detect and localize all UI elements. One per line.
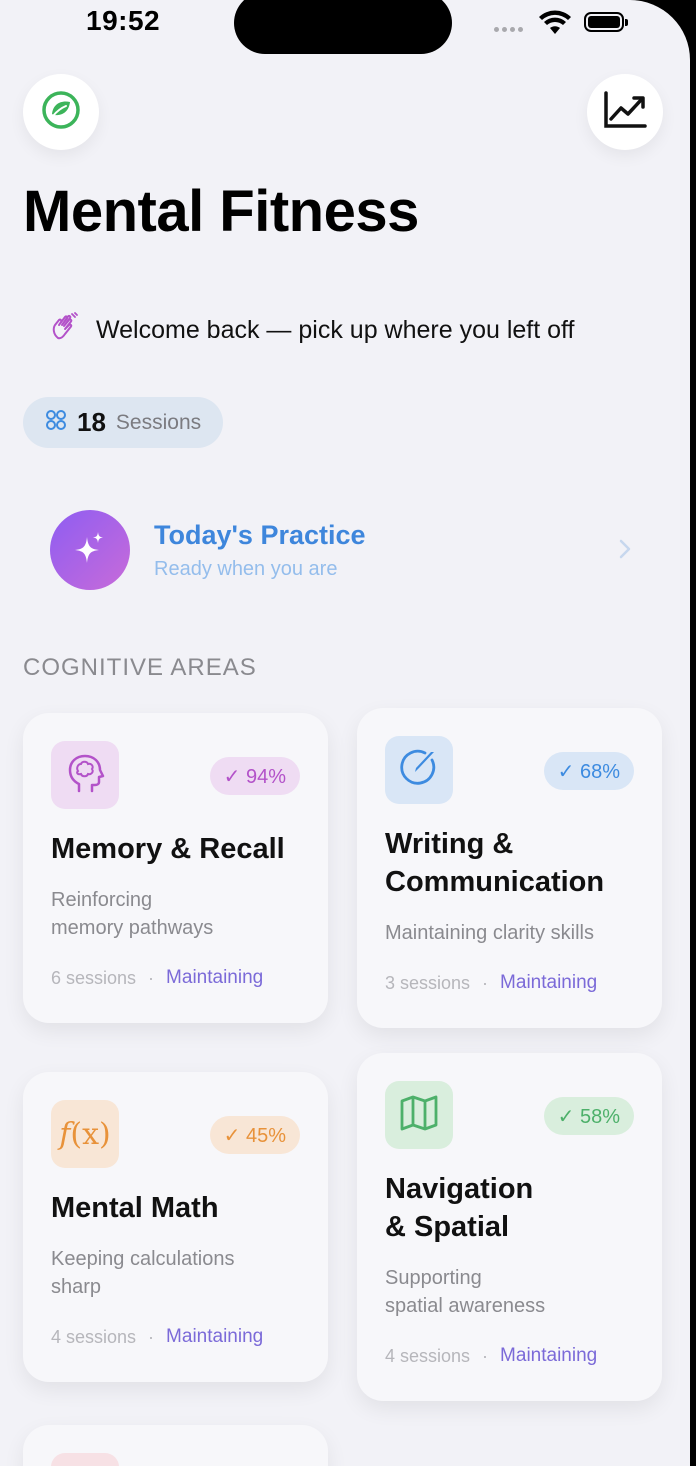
sessions-label: Sessions [115, 410, 202, 434]
separator-dot: · [148, 967, 155, 988]
card-meta: 4 sessions · Maintaining [51, 1326, 263, 1348]
card-status: Maintaining [166, 967, 264, 988]
status-time: 19:52 [86, 5, 161, 36]
card-sessions: 3 sessions [385, 972, 471, 993]
card-icon-tile [51, 1453, 119, 1466]
card-navigation-spatial[interactable]: ✓ 58% Navigation & Spatial Supporting sp… [357, 1053, 662, 1401]
card-icon-tile [385, 736, 453, 804]
card-title-line: & Spatial [385, 1211, 510, 1243]
card-title-line: Navigation [385, 1173, 534, 1205]
waving-hand-icon [50, 312, 80, 349]
welcome-message: Welcome back — pick up where you left of… [50, 312, 574, 349]
card-sessions: 6 sessions [51, 967, 137, 988]
chevron-right-icon [618, 538, 632, 565]
card-sessions: 4 sessions [385, 1345, 471, 1366]
wifi-icon [538, 10, 572, 41]
sessions-count: 18 [77, 407, 106, 437]
card-mental-math[interactable]: f(x) ✓ 45% Mental Math Keeping calculati… [23, 1072, 328, 1382]
todays-practice-row[interactable]: Today's Practice Ready when you are [50, 510, 640, 592]
card-description-line: spatial awareness [385, 1295, 546, 1317]
practice-orb [50, 510, 130, 590]
sessions-counter[interactable]: 18 Sessions [23, 397, 224, 448]
separator-dot: · [148, 1326, 155, 1347]
map-icon [398, 1092, 440, 1139]
card-description-line: memory pathways [51, 917, 214, 939]
card-description-line: Reinforcing [51, 889, 153, 911]
practice-subtitle: Ready when you are [154, 558, 338, 580]
dynamic-island [234, 0, 452, 54]
progress-badge: ✓ 45% [209, 1116, 300, 1154]
card-title: Mental Math [51, 1192, 219, 1224]
progress-badge: ✓ 58% [543, 1097, 634, 1135]
separator-dot: · [482, 1345, 489, 1366]
battery-icon [584, 12, 628, 32]
practice-title: Today's Practice [154, 520, 366, 550]
card-description-line: Keeping calculations [51, 1248, 235, 1270]
app-screen: 19:52 Mental Fitness Welcome back — pick… [0, 0, 690, 1466]
pen-circle-icon [397, 746, 441, 795]
card-writing-communication[interactable]: ✓ 68% Writing & Communication Maintainin… [357, 708, 662, 1028]
card-meta: 4 sessions · Maintaining [385, 1345, 597, 1367]
card-title-line: Writing & [385, 828, 514, 860]
card-title: Navigation & Spatial [385, 1170, 533, 1246]
card-description-line: sharp [51, 1276, 102, 1298]
card-title: Writing & Communication [385, 825, 604, 901]
welcome-text: Welcome back — pick up where you left of… [96, 316, 575, 344]
cellular-signal-icon [494, 27, 523, 32]
card-status: Maintaining [166, 1326, 264, 1347]
card-memory-recall[interactable]: ✓ 94% Memory & Recall Reinforcing memory… [23, 713, 328, 1023]
card-description: Reinforcing memory pathways [51, 886, 213, 942]
card-description: Keeping calculations sharp [51, 1245, 234, 1301]
card-status: Maintaining [500, 1345, 598, 1366]
leaf-icon [41, 90, 81, 135]
card-icon-tile: f(x) [51, 1100, 119, 1168]
separator-dot: · [482, 972, 489, 993]
progress-badge: ✓ 68% [543, 752, 634, 790]
chart-trend-icon [603, 90, 647, 134]
brain-head-icon [63, 751, 107, 800]
card-description: Maintaining clarity skills [385, 922, 594, 944]
function-icon: f(x) [59, 1116, 111, 1152]
card-icon-tile [385, 1081, 453, 1149]
grid-dots-icon [45, 409, 67, 436]
card-status: Maintaining [500, 972, 598, 993]
card-description-line: Supporting [385, 1267, 482, 1289]
card-sessions: 4 sessions [51, 1326, 137, 1347]
section-title: COGNITIVE AREAS [23, 654, 257, 681]
leaf-button[interactable] [23, 74, 99, 150]
card-meta: 3 sessions · Maintaining [385, 972, 597, 994]
card-meta: 6 sessions · Maintaining [51, 967, 263, 989]
card-title: Memory & Recall [51, 833, 285, 865]
sparkles-icon [70, 528, 110, 573]
progress-chart-button[interactable] [587, 74, 663, 150]
card-description: Supporting spatial awareness [385, 1264, 545, 1320]
progress-badge: ✓ 94% [209, 757, 300, 795]
card-title-line: Communication [385, 866, 605, 898]
card-icon-tile [51, 741, 119, 809]
card-partial[interactable] [23, 1425, 328, 1466]
page-title: Mental Fitness [23, 179, 419, 244]
